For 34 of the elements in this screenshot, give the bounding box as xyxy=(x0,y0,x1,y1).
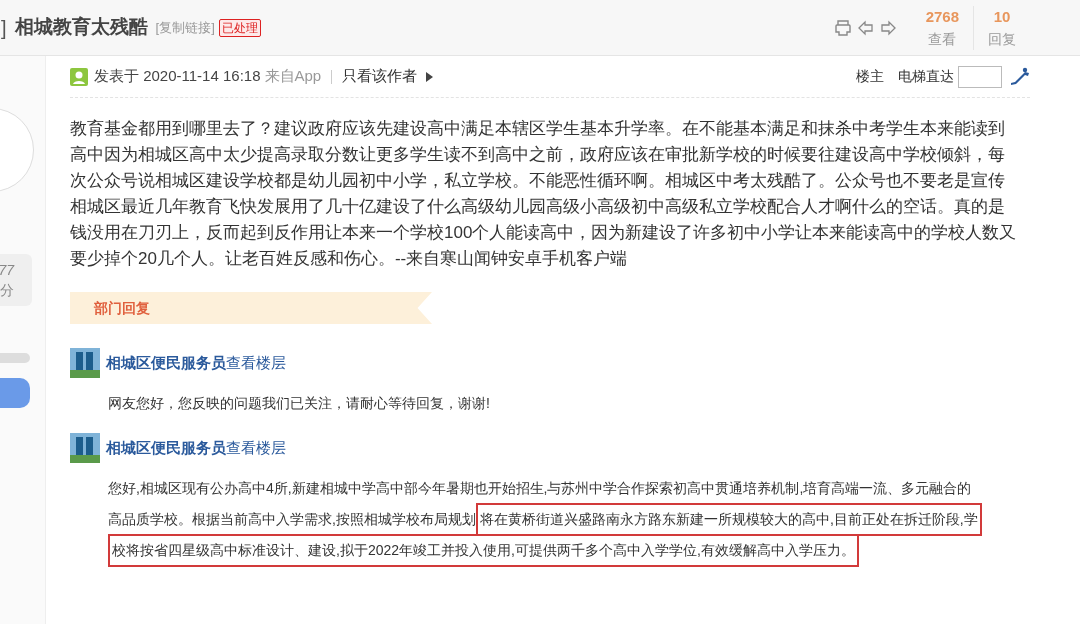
highlighted-text: 校将按省四星级高中标准设计、建设,拟于2022年竣工并投入使用,可提供两千多个高中入学学位,有效缓解高中入学压力。 xyxy=(108,534,859,567)
bracket: ] xyxy=(1,15,7,41)
author-only-link[interactable]: 只看该作者 xyxy=(342,65,418,88)
jump-label: 电梯直达 xyxy=(898,67,954,86)
view-floor-link[interactable]: 查看楼层 xyxy=(226,351,286,375)
floor-label: 楼主 xyxy=(856,67,884,86)
score-value: 77 xyxy=(0,261,14,280)
user-icon xyxy=(70,67,88,86)
post-body: 教育基金都用到哪里去了？建议政府应该先建设高中满足本辖区学生基本升学率。在不能基本满足和抹杀中考学生本来能读到高中因为相城区高中太少提高录取分数让更多学生读不到高中之前，政府应该在审批新学校的时候要往建设高中学校倾斜，每次公众号说相城区建设学校都是幼儿园初中小学，私立学校。不能恶性循环啊。相城区中考太残酷了。公众号也不要老是宣传相城区最近几年教育飞快发展用了几十亿建设了什么高级幼儿园高级小高级初中高级私立学校配合人才啊什么的空话。真的是钱没用在刀刃上，反而起到反作用让本来一个学校100个人能读高中，因为新建设了许多初中小学让本来能读高中的学校人数又要少掉个20几个人。让老百姓反感和伤心。--来自寒山闻钟安卓手机客户端 xyxy=(70,118,1018,270)
replier-name: 相城区便民服务员 xyxy=(106,437,226,458)
thread-title: 相城教育太残酷 xyxy=(14,15,148,40)
reply-text: 网友您好，您反映的问题我们已关注，请耐心等待回复，谢谢! xyxy=(108,394,490,413)
reply-text: 高品质学校。根据当前高中入学需求,按照相城学校布局规划 xyxy=(108,510,476,529)
building-icon xyxy=(70,433,100,463)
triangle-right-icon[interactable] xyxy=(425,71,434,82)
replier-name: 相城区便民服务员 xyxy=(106,352,226,373)
stat-label: 回复 xyxy=(988,29,1016,49)
post-date: 发表于 2020-11-14 16:18 xyxy=(94,66,261,87)
view-floor-link[interactable]: 查看楼层 xyxy=(226,436,286,460)
post-source: 来自App xyxy=(264,66,322,87)
stat-label: 查看 xyxy=(928,29,957,49)
building-icon xyxy=(70,348,100,378)
stat-value: 10 xyxy=(993,6,1011,27)
section-heading: 部门回复 xyxy=(94,298,150,318)
print-icon[interactable] xyxy=(833,18,852,37)
arrow-left-icon[interactable] xyxy=(857,19,874,36)
score-unit: 分 xyxy=(0,281,14,300)
arrow-right-icon[interactable] xyxy=(879,19,896,36)
floor-input[interactable] xyxy=(958,65,1002,88)
status-badge: 已处理 xyxy=(218,18,261,37)
highlighted-text: 将在黄桥街道兴盛路南永方路东新建一所规模较大的高中,目前正处在拆迁阶段,学 xyxy=(475,503,982,536)
escalator-icon[interactable] xyxy=(1010,66,1030,87)
reply-text: 您好,相城区现有公办高中4所,新建相城中学高中部今年暑期也开始招生,与苏州中学合作探索初高中贯通培养机制,培育高端一流、多元融合的 xyxy=(108,479,972,498)
stat-value: 2768 xyxy=(925,6,959,27)
